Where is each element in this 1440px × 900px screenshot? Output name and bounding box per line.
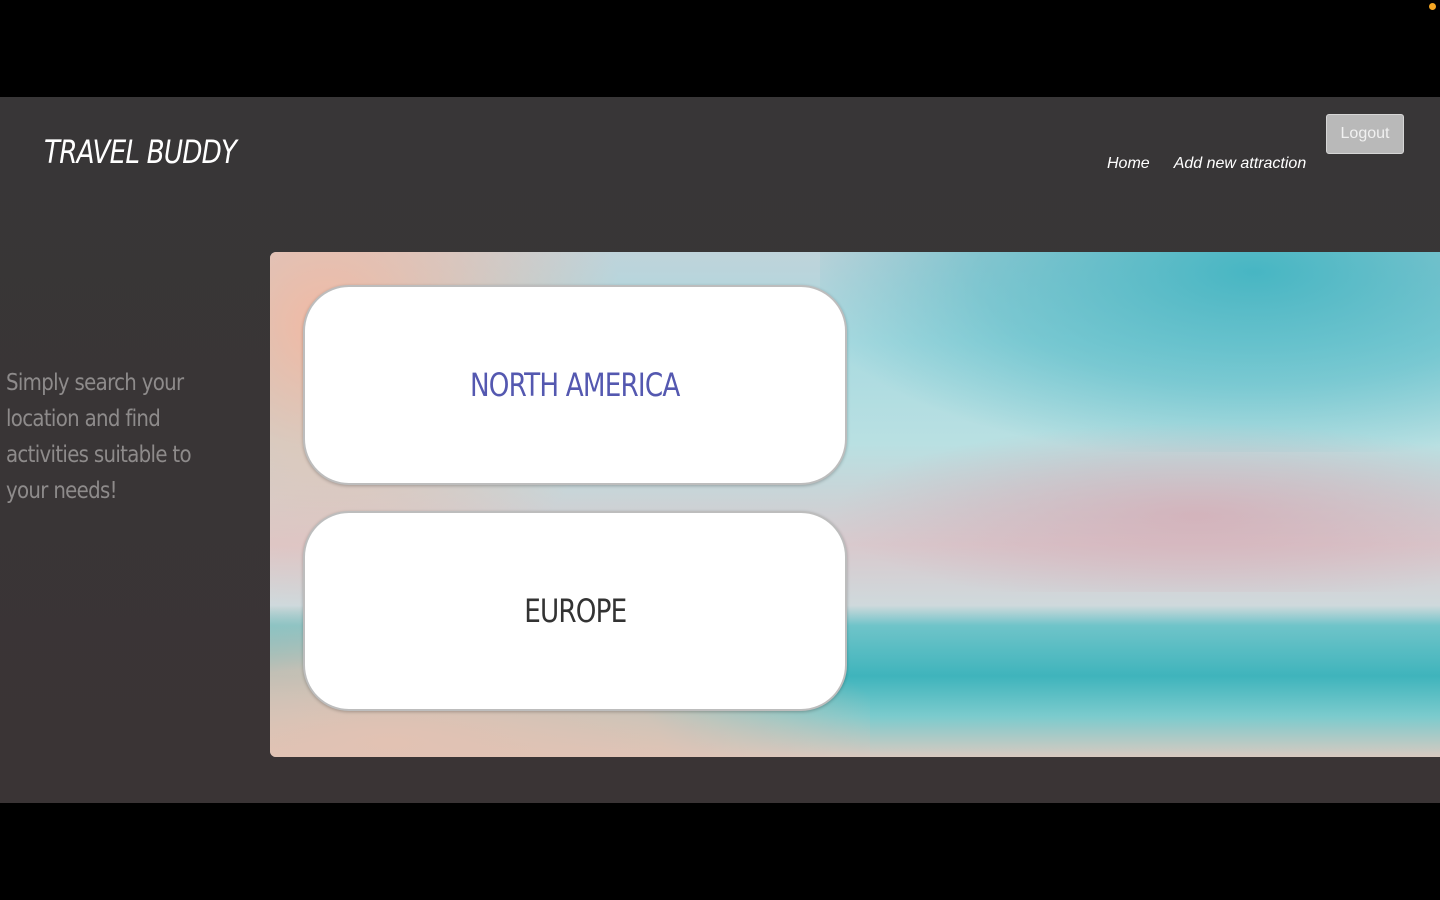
bottom-black-bar [0, 803, 1440, 900]
region-label-europe: EUROPE [523, 592, 627, 630]
status-indicator-dot [1429, 3, 1436, 10]
region-card-europe[interactable]: EUROPE [303, 511, 847, 711]
brand-logo[interactable]: TRAVEL BUDDY [44, 133, 237, 171]
main-nav: Home Add new attraction [1107, 155, 1306, 173]
hero-clouds [830, 422, 1440, 592]
nav-home-link[interactable]: Home [1107, 155, 1150, 173]
search-tagline: Simply search your location and find act… [6, 370, 192, 504]
beach-hero-image: NORTH AMERICA EUROPE [270, 252, 1440, 757]
app-window: TRAVEL BUDDY Home Add new attraction Log… [0, 97, 1440, 803]
region-card-north-america[interactable]: NORTH AMERICA [303, 285, 847, 485]
logout-button[interactable]: Logout [1326, 114, 1404, 154]
nav-add-attraction-link[interactable]: Add new attraction [1174, 155, 1307, 173]
top-black-bar [0, 0, 1440, 97]
region-label-north-america: NORTH AMERICA [470, 366, 680, 404]
